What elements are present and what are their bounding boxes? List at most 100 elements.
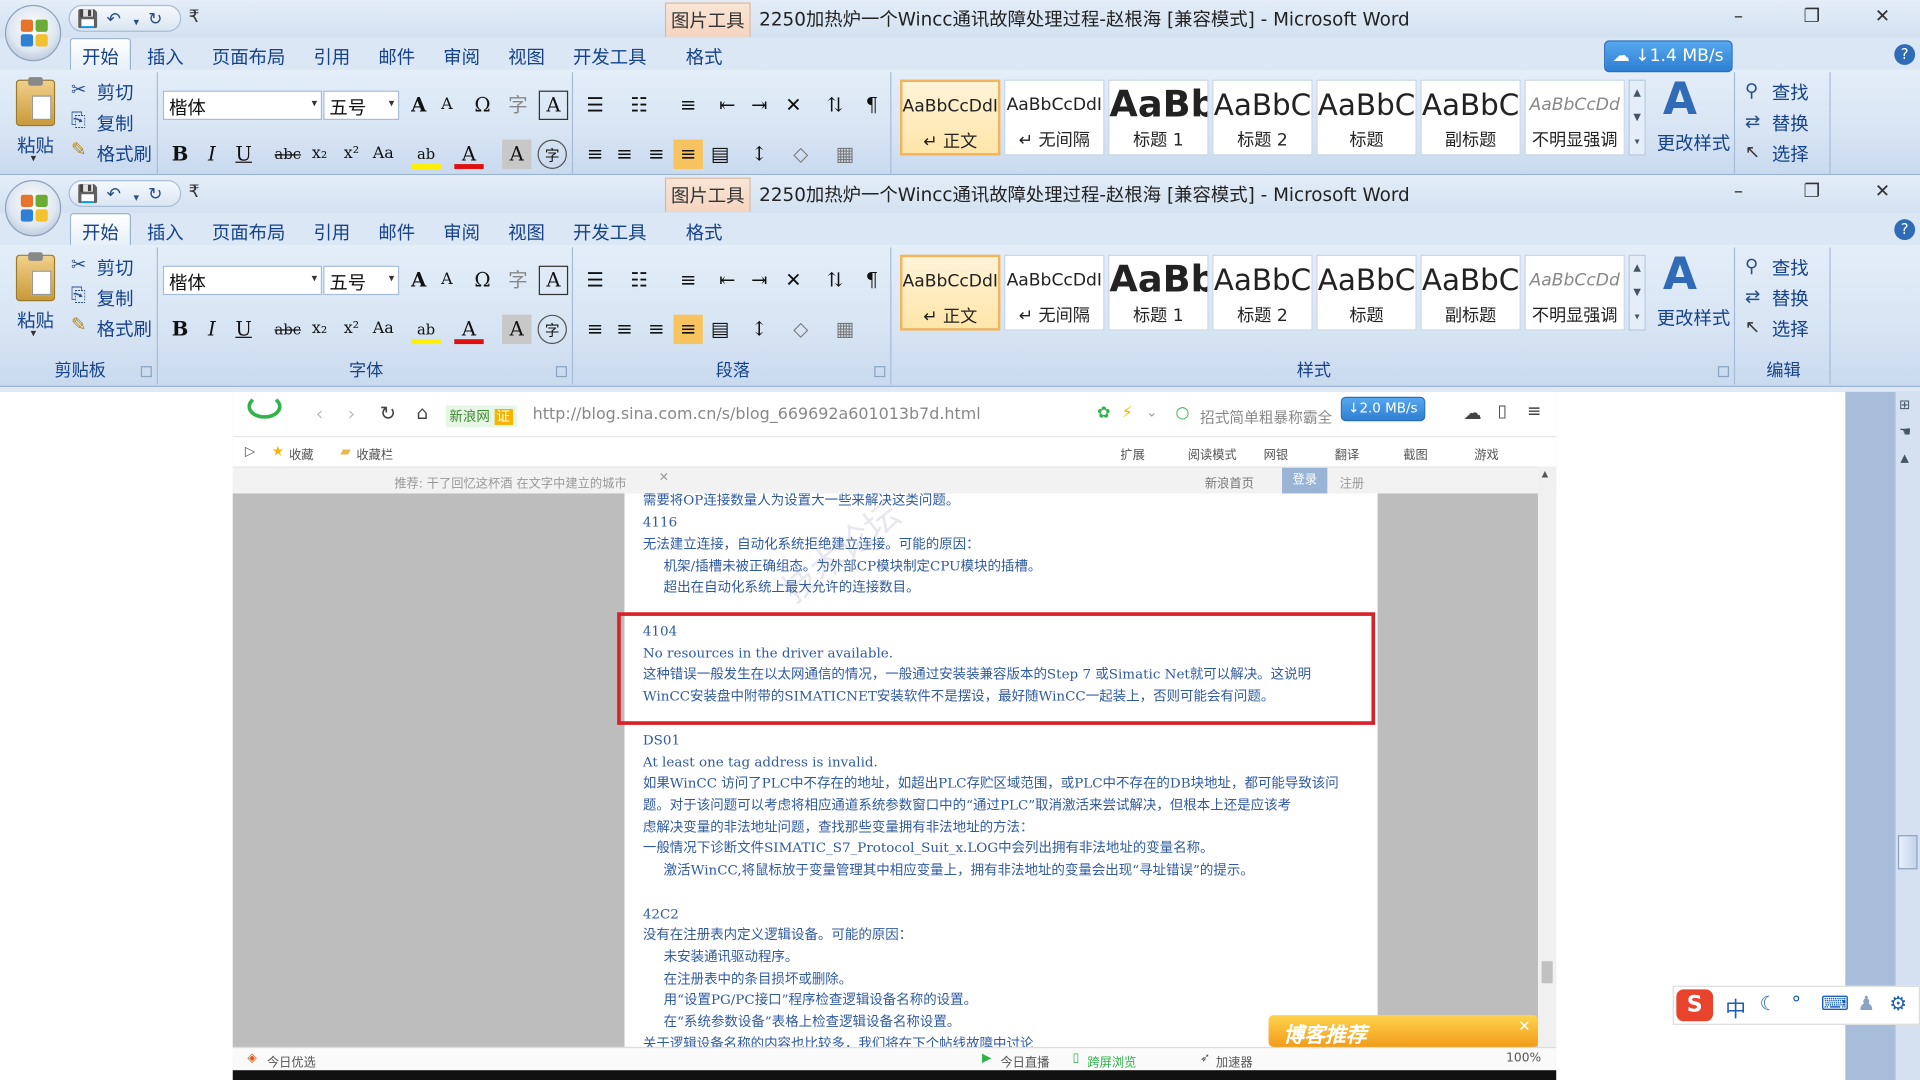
home-icon[interactable]: ⌂: [416, 402, 428, 424]
char-border-icon[interactable]: A: [538, 265, 569, 296]
sort-icon[interactable]: ⇅: [820, 91, 849, 120]
screenshot-button[interactable]: 截图: [1403, 444, 1427, 462]
style-normal[interactable]: AaBbCcDdI ↵ 正文: [900, 254, 1001, 331]
tab-insert[interactable]: 插入: [147, 219, 184, 245]
undo-dropdown-icon[interactable]: ▾: [133, 13, 139, 33]
close-icon[interactable]: ✕: [659, 471, 669, 484]
find-button[interactable]: 查找: [1772, 255, 1809, 281]
reader-mode-button[interactable]: 阅读模式: [1188, 444, 1237, 462]
sogou-icon[interactable]: S: [1676, 989, 1714, 1022]
style-heading-2[interactable]: AaBbC 标题 2: [1212, 79, 1313, 156]
tab-references[interactable]: 引用: [313, 219, 350, 245]
font-name-combo[interactable]: 楷体 ▾: [162, 90, 323, 121]
style-heading-1[interactable]: AaBb 标题 1: [1108, 79, 1209, 156]
cut-button[interactable]: 剪切: [97, 80, 134, 106]
align-left-icon[interactable]: ≡: [580, 315, 609, 344]
align-center-icon[interactable]: ≡: [610, 315, 639, 344]
change-styles-button[interactable]: 更改样式: [1657, 130, 1730, 156]
font-size-combo[interactable]: 五号 ▾: [323, 265, 400, 296]
office-button[interactable]: [4, 4, 62, 62]
change-styles-button[interactable]: 更改样式: [1657, 305, 1730, 331]
help-icon[interactable]: ?: [1894, 44, 1916, 65]
distributed-icon[interactable]: ▤: [705, 315, 734, 344]
align-left-icon[interactable]: ≡: [580, 140, 609, 169]
close-button[interactable]: ✕: [1875, 5, 1890, 27]
tab-insert[interactable]: 插入: [147, 44, 184, 70]
paste-dropdown-icon[interactable]: ▾: [31, 328, 37, 340]
undo-icon[interactable]: ↶: [107, 185, 121, 205]
strikethrough-button[interactable]: abc: [273, 140, 302, 169]
restore-button[interactable]: ❐: [1804, 180, 1820, 202]
select-button[interactable]: 选择: [1772, 316, 1809, 342]
recommend-text[interactable]: 推荐: 干了回忆这杯酒 在文字中建立的城市: [394, 473, 626, 491]
styles-scroll[interactable]: ▲ ▼ ▾: [1628, 79, 1646, 156]
today-live[interactable]: 今日直播: [1000, 1052, 1049, 1070]
font-launcher-icon[interactable]: [555, 366, 567, 378]
help-icon[interactable]: ?: [1894, 219, 1916, 241]
accelerator[interactable]: 加速器: [1216, 1052, 1253, 1070]
browser-scrollbar[interactable]: ▲: [1537, 466, 1557, 1047]
chevron-down-icon[interactable]: ▾: [312, 98, 318, 110]
minimize-button[interactable]: –: [1734, 180, 1743, 202]
enclose-char-button[interactable]: 字: [537, 139, 567, 169]
borders-icon[interactable]: ▦: [830, 140, 859, 169]
multilevel-list-icon[interactable]: ≡: [673, 266, 702, 295]
minimize-button[interactable]: –: [1734, 5, 1743, 27]
save-icon[interactable]: 💾: [77, 185, 98, 205]
bullets-icon[interactable]: ☰: [580, 91, 609, 120]
favorites-bar-button[interactable]: 收藏栏: [356, 444, 393, 462]
format-painter-button[interactable]: 格式刷: [97, 141, 152, 167]
change-case-button[interactable]: Aa: [369, 140, 398, 169]
tab-mailings[interactable]: 邮件: [378, 219, 415, 245]
redo-icon[interactable]: ↻: [148, 185, 162, 205]
tab-review[interactable]: 审阅: [443, 219, 480, 245]
clear-format-icon[interactable]: Ω: [468, 91, 497, 120]
justify-icon[interactable]: ≡: [673, 314, 703, 345]
align-right-icon[interactable]: ≡: [642, 140, 671, 169]
font-color-button[interactable]: A: [454, 315, 484, 345]
chevron-down-icon[interactable]: ▾: [389, 273, 395, 285]
user-icon[interactable]: ♟: [1858, 992, 1876, 1015]
bank-button[interactable]: 网银: [1264, 444, 1288, 462]
subscript-button[interactable]: x₂: [305, 315, 334, 344]
tab-home[interactable]: 开始: [69, 37, 132, 72]
char-shading-button[interactable]: A: [502, 139, 532, 169]
vertical-scrollbar[interactable]: ⊞ ☚ ▲: [1894, 391, 1920, 1080]
extensions-button[interactable]: 扩展: [1120, 444, 1144, 462]
paste-icon[interactable]: [15, 252, 56, 302]
underline-button[interactable]: U: [229, 140, 258, 169]
replace-button[interactable]: 替换: [1772, 285, 1809, 311]
restore-button[interactable]: ❐: [1804, 5, 1820, 27]
favorites-button[interactable]: 收藏: [289, 444, 313, 462]
tab-developer[interactable]: 开发工具: [573, 44, 646, 70]
styles-launcher-icon[interactable]: [1717, 366, 1729, 378]
highlight-button[interactable]: ab: [411, 140, 441, 169]
tab-view[interactable]: 视图: [508, 219, 545, 245]
shrink-font-icon[interactable]: A: [432, 266, 461, 295]
blog-recommend-popup[interactable]: 博客推荐 ✕: [1268, 1015, 1538, 1048]
search-input[interactable]: 招式简单粗暴称霸全: [1200, 407, 1332, 428]
login-link[interactable]: 登录: [1282, 467, 1328, 494]
scroll-thumb[interactable]: [1541, 961, 1553, 984]
phonetic-guide-icon[interactable]: 字: [503, 266, 532, 295]
highlight-button[interactable]: ab: [411, 315, 441, 345]
wrench-icon[interactable]: ⚙: [1889, 992, 1907, 1015]
keyboard-icon[interactable]: ⌨: [1821, 992, 1849, 1015]
underline-button[interactable]: U: [229, 315, 258, 344]
customize-qat-icon[interactable]: ₹: [189, 182, 200, 202]
close-icon[interactable]: ✕: [1518, 1018, 1530, 1035]
cut-button[interactable]: 剪切: [97, 255, 134, 281]
save-icon[interactable]: 💾: [77, 10, 98, 30]
show-marks-icon[interactable]: ¶: [857, 266, 886, 295]
tab-view[interactable]: 视图: [508, 44, 545, 70]
increase-indent-icon[interactable]: ⇥: [744, 266, 773, 295]
show-marks-icon[interactable]: ¶: [857, 91, 886, 120]
tab-format[interactable]: 格式: [686, 219, 723, 245]
style-no-spacing[interactable]: AaBbCcDdI ↵ 无间隔: [1004, 254, 1105, 331]
font-size-combo[interactable]: 五号 ▾: [323, 90, 400, 121]
find-button[interactable]: 查找: [1772, 80, 1809, 106]
redo-icon[interactable]: ↻: [148, 10, 162, 30]
style-heading-1[interactable]: AaBb 标题 1: [1108, 254, 1209, 331]
justify-icon[interactable]: ≡: [673, 139, 703, 169]
style-subtitle[interactable]: AaBbC 副标题: [1420, 79, 1521, 156]
